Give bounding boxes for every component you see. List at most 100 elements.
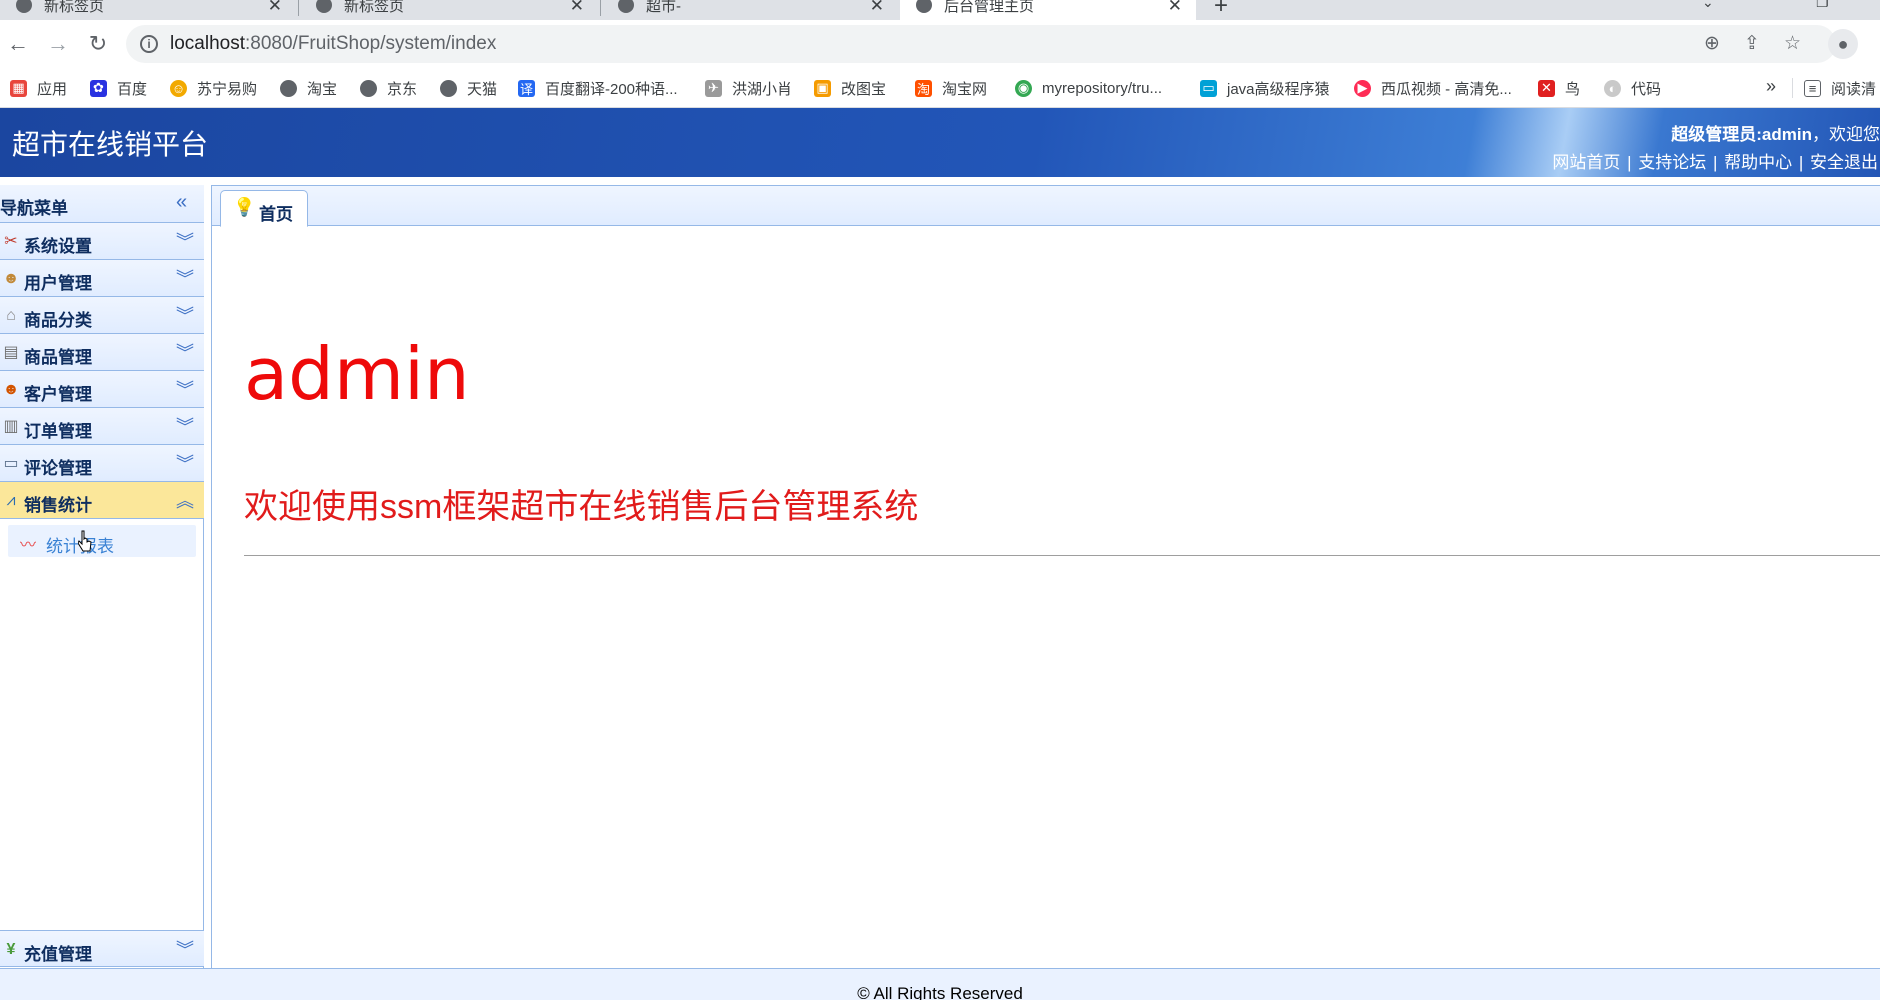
translate-icon: 译 (518, 79, 535, 97)
bookmark-item[interactable]: ▭ java高级程序猿 (1200, 76, 1330, 100)
globe-icon (280, 79, 297, 97)
horizontal-divider (244, 555, 1880, 556)
close-icon[interactable]: ✕ (870, 0, 884, 16)
globe-icon (618, 0, 634, 13)
lightbulb-icon: 💡 (233, 197, 256, 217)
bookmark-item[interactable]: ✿ 百度 (90, 76, 147, 100)
bookmark-item[interactable]: ▶ 西瓜视频 - 高清免... (1354, 76, 1512, 100)
sidebar-item-recharge[interactable]: ¥ 充值管理 ︾ (0, 930, 204, 967)
forward-button[interactable]: → (42, 28, 74, 60)
share-icon[interactable]: ⇪ (1744, 32, 1760, 55)
bookmark-item[interactable]: 译百度翻译-200种语... (518, 76, 678, 100)
bookmark-item[interactable]: ▦ 应用 (10, 76, 67, 100)
chevron-up-icon: ︽ (176, 491, 194, 511)
globe-icon (440, 79, 457, 97)
sidebar-item-goods[interactable]: ▤ 商品管理 ︾ (0, 334, 204, 371)
bookmark-item[interactable]: ✕ 鸟 (1538, 76, 1580, 100)
browser-tab[interactable]: 新标签页 ✕ (300, 0, 598, 20)
suning-icon: ☺ (170, 79, 187, 97)
url-host: localhost (170, 33, 245, 54)
goods-icon: ▤ (3, 344, 19, 361)
sidebar-item-orders[interactable]: ▥ 订单管理 ︾ (0, 408, 204, 445)
forum-link[interactable]: 支持论坛 (1636, 153, 1708, 172)
bookmark-label: 代码 (1631, 80, 1662, 98)
close-icon[interactable]: ✕ (268, 0, 282, 16)
bookmark-item[interactable]: ☺ 苏宁易购 (170, 76, 257, 100)
sidebar-item-system-settings[interactable]: ✂ 系统设置 ︾ (0, 223, 204, 260)
browser-tab[interactable]: 超市- ✕ (602, 0, 898, 20)
bookmark-item[interactable]: 淘宝 (280, 76, 337, 100)
reading-list-button[interactable]: ≡ 阅读清 (1804, 76, 1876, 100)
sidebar-item-label: 用户管理 (24, 274, 92, 293)
logout-link[interactable]: 安全退出 (1808, 153, 1880, 172)
browser-tab-active[interactable]: 后台管理主页 ✕ (900, 0, 1196, 20)
bookmark-item[interactable]: 天猫 (440, 76, 497, 100)
site-info-icon[interactable]: i (140, 35, 158, 53)
tab-home-label: 首页 (259, 205, 293, 224)
bird-icon: ✈ (705, 79, 722, 97)
globe-icon (316, 0, 332, 13)
sidebar-item-customers[interactable]: ☻ 客户管理 ︾ (0, 371, 204, 408)
bookmarks-divider (1792, 78, 1793, 98)
line-chart-icon: 〰 (20, 537, 37, 554)
bird-red-icon: ✕ (1538, 79, 1555, 97)
chevron-down-icon: ︾ (176, 380, 194, 400)
chevron-down-icon: ︾ (176, 454, 194, 474)
bookmark-label: myrepository/tru... (1042, 79, 1163, 97)
bookmark-item[interactable]: ◉ myrepository/tru... (1015, 76, 1162, 100)
tab-home[interactable]: 💡 首页 (220, 190, 308, 227)
globe-icon (360, 79, 377, 97)
sidebar-item-users[interactable]: ☻ 用户管理 ︾ (0, 260, 204, 297)
close-icon[interactable]: ✕ (1168, 0, 1182, 16)
chevron-down-icon: ︾ (176, 343, 194, 363)
bookmark-item[interactable]: ▣ 改图宝 (814, 76, 886, 100)
reload-button[interactable]: ↻ (82, 28, 114, 60)
gaitubao-icon: ▣ (814, 79, 831, 97)
category-icon: ⌂ (6, 307, 16, 324)
arrow-left-icon: ← (7, 31, 29, 56)
zoom-icon[interactable]: ⊕ (1704, 32, 1720, 55)
chevron-down-icon: ︾ (176, 232, 194, 252)
bookmark-item[interactable]: ✈ 洪湖小肖 (705, 76, 792, 100)
bookmark-item[interactable]: 淘淘宝网 (915, 76, 987, 100)
bookmark-star-icon[interactable]: ☆ (1784, 32, 1801, 55)
tab-search-icon[interactable]: ⌄ (1702, 0, 1714, 11)
browser-tab-title: 新标签页 (44, 0, 105, 15)
restore-window-icon[interactable]: ❐ (1816, 0, 1829, 11)
bookmark-label: 洪湖小肖 (732, 80, 793, 98)
back-button[interactable]: ← (2, 28, 34, 60)
main-panel: 💡 首页 admin 欢迎使用ssm框架超市在线销售后台管理系统 (211, 185, 1880, 968)
address-bar[interactable]: i localhost:8080/FruitShop/system/index … (126, 25, 1836, 63)
bookmark-label: 淘宝 (307, 80, 338, 98)
bookmark-label: 天猫 (467, 80, 498, 98)
sidebar-item-sales-stats[interactable]: ⩘ 销售统计 ︽ (0, 482, 204, 519)
app-title: 超市在线销平台 (12, 129, 209, 160)
help-link[interactable]: 帮助中心 (1722, 153, 1794, 172)
comment-icon: ▭ (3, 455, 19, 472)
reload-icon: ↻ (88, 31, 108, 56)
tab-separator (600, 0, 601, 16)
browser-tab-title: 后台管理主页 (944, 0, 1035, 15)
bookmark-item[interactable]: 京东 (360, 76, 417, 100)
apps-grid-icon: ▦ (10, 79, 27, 97)
sidebar-item-comments[interactable]: ▭ 评论管理 ︾ (0, 445, 204, 482)
sidebar-subitem-stats-report[interactable]: 〰 统计报表 (8, 525, 196, 557)
bookmark-item[interactable]: ◐ 代码 (1604, 76, 1661, 100)
collapse-left-icon[interactable]: « (176, 191, 187, 214)
tools-icon: ✂ (4, 233, 18, 250)
bookmark-label: 百度翻译-200种语... (545, 80, 678, 98)
close-icon[interactable]: ✕ (570, 0, 584, 16)
url-text[interactable]: localhost:8080/FruitShop/system/index (170, 33, 496, 55)
home-link[interactable]: 网站首页 (1550, 153, 1622, 172)
bookmark-label: 苏宁易购 (197, 80, 258, 98)
profile-avatar[interactable]: ● (1828, 29, 1858, 59)
sidebar-item-categories[interactable]: ⌂ 商品分类 ︾ (0, 297, 204, 334)
bookmark-label: 西瓜视频 - 高清免... (1381, 80, 1512, 98)
sidebar-item-label: 销售统计 (24, 496, 92, 515)
browser-tab[interactable]: 新标签页 ✕ (0, 0, 296, 20)
sidebar-item-label: 订单管理 (24, 422, 92, 441)
bookmarks-bar: ▦ 应用 ✿ 百度 ☺ 苏宁易购 淘宝 京东 天猫 译百度翻译-200种语... ✈ 洪… (0, 68, 1880, 108)
admin-heading: admin (244, 332, 470, 416)
bookmarks-overflow-button[interactable]: » (1766, 76, 1776, 97)
new-tab-button[interactable]: + (1214, 0, 1228, 20)
